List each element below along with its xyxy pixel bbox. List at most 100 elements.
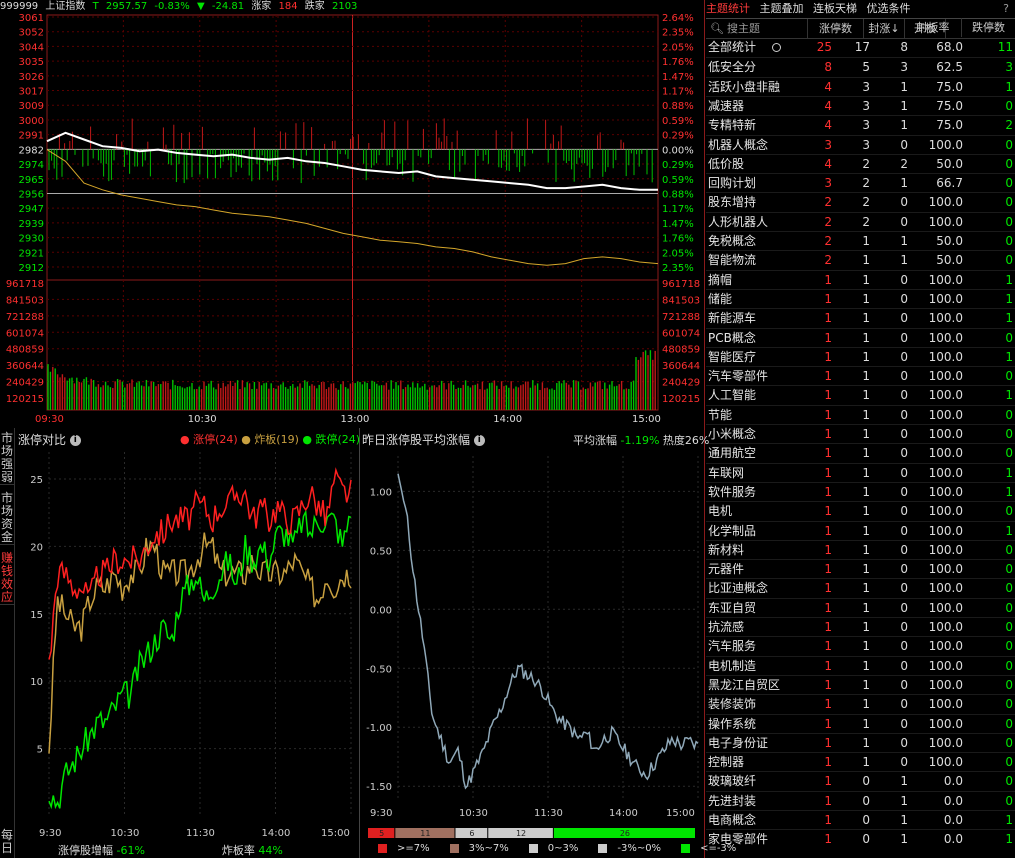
theme-name[interactable]: 比亚迪概念 xyxy=(708,579,808,598)
theme-name[interactable]: 小米概念 xyxy=(708,425,808,444)
theme-name[interactable]: 装修装饰 xyxy=(708,695,808,714)
theme-name[interactable]: 化学制品 xyxy=(708,522,808,541)
table-row[interactable]: 人形机器人 2 2 0 100.0 0 xyxy=(706,211,1015,232)
legend-limit-up[interactable]: ● 涨停(24) xyxy=(180,433,238,446)
theme-name[interactable]: 先进封装 xyxy=(708,792,808,811)
zr-avg-chart[interactable]: 1.00 0.50 0.00 -0.50 -1.00 -1.50 9:30 10:30 11:3… xyxy=(360,446,704,842)
table-row[interactable]: 汽车服务 1 1 0 100.0 0 xyxy=(706,636,1015,656)
theme-name[interactable]: 通用航空 xyxy=(708,444,808,463)
theme-name[interactable]: 东亚自贸 xyxy=(708,599,808,618)
table-row[interactable]: 智能医疗 1 1 0 100.0 1 xyxy=(706,346,1015,367)
theme-name[interactable]: 汽车服务 xyxy=(708,637,808,656)
table-row[interactable]: 比亚迪概念 1 1 0 100.0 0 xyxy=(706,578,1015,598)
info-icon[interactable]: i xyxy=(69,435,81,446)
theme-name[interactable]: 新能源车 xyxy=(708,309,808,328)
table-row[interactable]: 小米概念 1 1 0 100.0 0 xyxy=(706,424,1015,444)
side-tab[interactable]: 市场强弱 xyxy=(0,432,14,485)
table-row[interactable]: 控制器 1 1 0 100.0 0 xyxy=(706,752,1015,772)
table-row[interactable]: 摘帽 1 1 0 100.0 1 xyxy=(706,269,1015,290)
theme-name[interactable]: 储能 xyxy=(708,290,808,309)
theme-name[interactable]: 活跃小盘非融 xyxy=(708,78,808,97)
table-row[interactable]: 低安全分 8 5 3 62.5 3 xyxy=(706,57,1015,77)
table-row[interactable]: 黑龙江自贸区 1 1 0 100.0 0 xyxy=(706,674,1015,695)
table-row[interactable]: 活跃小盘非融 4 3 1 75.0 1 xyxy=(706,76,1015,97)
table-row[interactable]: 装修装饰 1 1 0 100.0 0 xyxy=(706,694,1015,714)
tab-theme-overlay[interactable]: 主题叠加 xyxy=(760,2,804,15)
theme-name[interactable]: 电机制造 xyxy=(708,657,808,676)
table-row[interactable]: 股东增持 2 2 0 100.0 0 xyxy=(706,192,1015,212)
theme-name[interactable]: 专精特新 xyxy=(708,116,808,135)
theme-name[interactable]: 股东增持 xyxy=(708,193,808,212)
theme-name[interactable]: 车联网 xyxy=(708,464,808,483)
legend-limit-down[interactable]: ● 跌停(24) xyxy=(302,433,360,446)
index-name[interactable]: 上证指数 xyxy=(45,1,85,12)
table-row[interactable]: 先进封装 1 0 1 0.0 0 xyxy=(706,790,1015,811)
radio-icon[interactable] xyxy=(772,43,781,52)
table-row[interactable]: 全部统计 25 17 8 68.0 11 xyxy=(706,38,1015,57)
table-row[interactable]: 汽车零部件 1 1 0 100.0 0 xyxy=(706,366,1015,386)
theme-name[interactable]: 电子身份证 xyxy=(708,734,808,753)
theme-name[interactable]: 人形机器人 xyxy=(708,213,808,232)
theme-name[interactable]: 元器件 xyxy=(708,560,808,579)
side-tab[interactable]: 市场资金 xyxy=(0,492,14,545)
theme-name[interactable]: 玻璃玻纤 xyxy=(708,772,808,791)
table-row[interactable]: 减速器 4 3 1 75.0 0 xyxy=(706,95,1015,116)
tab-theme-stats[interactable]: 主题统计 xyxy=(706,2,750,15)
table-row[interactable]: 东亚自贸 1 1 0 100.0 0 xyxy=(706,597,1015,618)
table-row[interactable]: 玻璃玻纤 1 0 1 0.0 0 xyxy=(706,771,1015,791)
theme-name[interactable]: 新材料 xyxy=(708,541,808,560)
table-row[interactable]: 人工智能 1 1 0 100.0 1 xyxy=(706,385,1015,405)
table-row[interactable]: 操作系统 1 1 0 100.0 0 xyxy=(706,713,1015,734)
table-row[interactable]: 新材料 1 1 0 100.0 0 xyxy=(706,539,1015,560)
table-row[interactable]: 电商概念 1 0 1 0.0 1 xyxy=(706,810,1015,830)
side-tab[interactable]: 赚钱效应 xyxy=(0,552,14,605)
side-daily-tab[interactable]: 每日 xyxy=(0,829,14,855)
theme-name[interactable]: 操作系统 xyxy=(708,715,808,734)
table-row[interactable]: 新能源车 1 1 0 100.0 1 xyxy=(706,308,1015,328)
table-row[interactable]: 储能 1 1 0 100.0 1 xyxy=(706,288,1015,309)
table-row[interactable]: 电子身份证 1 1 0 100.0 0 xyxy=(706,732,1015,753)
tab-filter-conditions[interactable]: 优选条件 xyxy=(867,2,911,15)
theme-name[interactable]: 电机 xyxy=(708,502,808,521)
theme-name[interactable]: 抗流感 xyxy=(708,618,808,637)
table-row[interactable]: 车联网 1 1 0 100.0 1 xyxy=(706,462,1015,483)
theme-name[interactable]: 智能医疗 xyxy=(708,348,808,367)
theme-name[interactable]: 人工智能 xyxy=(708,386,808,405)
theme-name[interactable]: 低安全分 xyxy=(708,58,808,77)
table-row[interactable]: PCB概念 1 1 0 100.0 0 xyxy=(706,327,1015,348)
table-row[interactable]: 节能 1 1 0 100.0 0 xyxy=(706,404,1015,425)
tab-limit-ladder[interactable]: 连板天梯 xyxy=(813,2,857,15)
table-row[interactable]: 通用航空 1 1 0 100.0 0 xyxy=(706,443,1015,463)
theme-name[interactable]: 节能 xyxy=(708,406,808,425)
theme-name[interactable]: 全部统计 xyxy=(708,38,808,57)
zt-compare-chart[interactable]: 25 20 15 10 5 9:30 10:30 11:30 14:00 15:00 xyxy=(15,446,359,842)
col-limit-down[interactable]: 跌停数 xyxy=(962,18,1015,37)
col-seal-rate[interactable]: 封板率 xyxy=(905,18,962,37)
theme-name[interactable]: 机器人概念 xyxy=(708,136,808,155)
legend-bomb[interactable]: ● 炸板(19) xyxy=(241,433,299,446)
theme-name[interactable]: 电商概念 xyxy=(708,811,808,830)
table-row[interactable]: 回购计划 3 2 1 66.7 0 xyxy=(706,173,1015,193)
theme-name[interactable]: 摘帽 xyxy=(708,271,808,290)
intraday-chart[interactable]: 3061 2.64% 3052 2.35% 3044 2.05% 3035 1.76% 3026… xyxy=(0,13,704,428)
theme-name[interactable]: 汽车零部件 xyxy=(708,367,808,386)
table-row[interactable]: 专精特新 4 3 1 75.0 2 xyxy=(706,115,1015,135)
theme-name[interactable]: 免税概念 xyxy=(708,232,808,251)
table-row[interactable]: 电机 1 1 0 100.0 0 xyxy=(706,501,1015,521)
theme-name[interactable]: 控制器 xyxy=(708,753,808,772)
table-row[interactable]: 抗流感 1 1 0 100.0 0 xyxy=(706,617,1015,637)
theme-name[interactable]: 软件服务 xyxy=(708,483,808,502)
theme-name[interactable]: 黑龙江自贸区 xyxy=(708,676,808,695)
theme-name[interactable]: 低价股 xyxy=(708,155,808,174)
table-row[interactable]: 软件服务 1 1 0 100.0 1 xyxy=(706,481,1015,502)
help-icon[interactable]: ? xyxy=(1003,0,1009,18)
table-row[interactable]: 电机制造 1 1 0 100.0 0 xyxy=(706,655,1015,676)
info-icon[interactable]: i xyxy=(473,435,485,446)
table-row[interactable]: 智能物流 2 1 1 50.0 0 xyxy=(706,250,1015,270)
theme-name[interactable]: 智能物流 xyxy=(708,251,808,270)
table-row[interactable]: 元器件 1 1 0 100.0 0 xyxy=(706,559,1015,579)
table-row[interactable]: 化学制品 1 1 0 100.0 1 xyxy=(706,520,1015,541)
theme-name[interactable]: PCB概念 xyxy=(708,329,808,348)
theme-name[interactable]: 回购计划 xyxy=(708,174,808,193)
table-row[interactable]: 低价股 4 2 2 50.0 0 xyxy=(706,153,1015,174)
